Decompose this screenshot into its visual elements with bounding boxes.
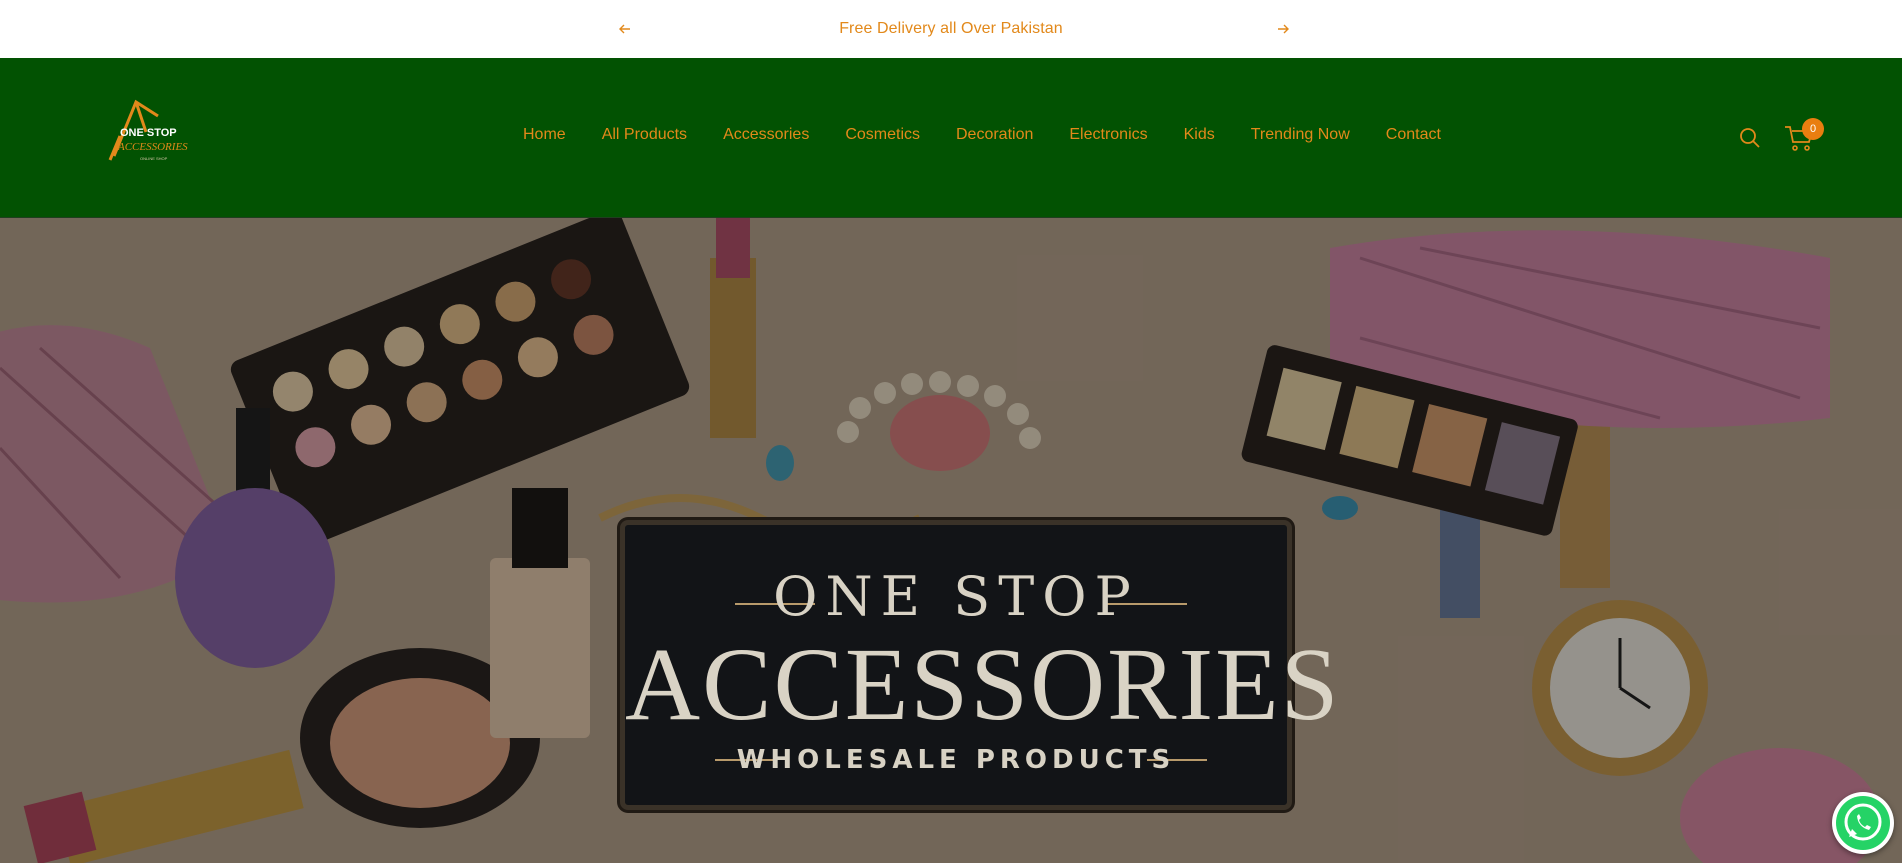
- search-icon[interactable]: [1738, 126, 1762, 150]
- announcement-text: Free Delivery all Over Pakistan: [839, 20, 1063, 37]
- site-logo[interactable]: ONE STOP ACCESSORIES ONLINE SHOP: [106, 94, 190, 178]
- nav-decoration[interactable]: Decoration: [956, 126, 1033, 144]
- nav-kids[interactable]: Kids: [1184, 126, 1215, 144]
- whatsapp-icon[interactable]: [1832, 792, 1894, 854]
- hero-banner: ONE STOP ACCESSORIES WHOLESALE PRODUCTS: [0, 218, 1902, 863]
- svg-text:ONE STOP: ONE STOP: [120, 127, 177, 139]
- nav-home[interactable]: Home: [523, 126, 566, 144]
- nav-cosmetics[interactable]: Cosmetics: [845, 126, 920, 144]
- site-header: ONE STOP ACCESSORIES ONLINE SHOP Home Al…: [0, 58, 1902, 218]
- nav-electronics[interactable]: Electronics: [1069, 126, 1147, 144]
- nav-all-products[interactable]: All Products: [602, 126, 687, 144]
- svg-text:ONLINE SHOP: ONLINE SHOP: [140, 156, 168, 161]
- arrow-right-icon[interactable]: [1273, 19, 1293, 39]
- hero-title-line1: ONE STOP: [773, 565, 1139, 628]
- nav-contact[interactable]: Contact: [1386, 126, 1441, 144]
- arrow-left-icon[interactable]: [615, 19, 635, 39]
- hero-title-line2: ACCESSORIES: [625, 627, 1341, 742]
- nav-accessories[interactable]: Accessories: [723, 126, 809, 144]
- cart-count-badge: 0: [1802, 118, 1824, 140]
- nav-trending-now[interactable]: Trending Now: [1251, 126, 1350, 144]
- hero-subtitle: WHOLESALE PRODUCTS: [736, 745, 1176, 775]
- announcement-bar: Free Delivery all Over Pakistan: [0, 0, 1902, 58]
- svg-text:ACCESSORIES: ACCESSORIES: [117, 141, 188, 153]
- hero-plaque: ONE STOP ACCESSORIES WHOLESALE PRODUCTS: [620, 520, 1341, 810]
- main-nav: Home All Products Accessories Cosmetics …: [523, 126, 1477, 144]
